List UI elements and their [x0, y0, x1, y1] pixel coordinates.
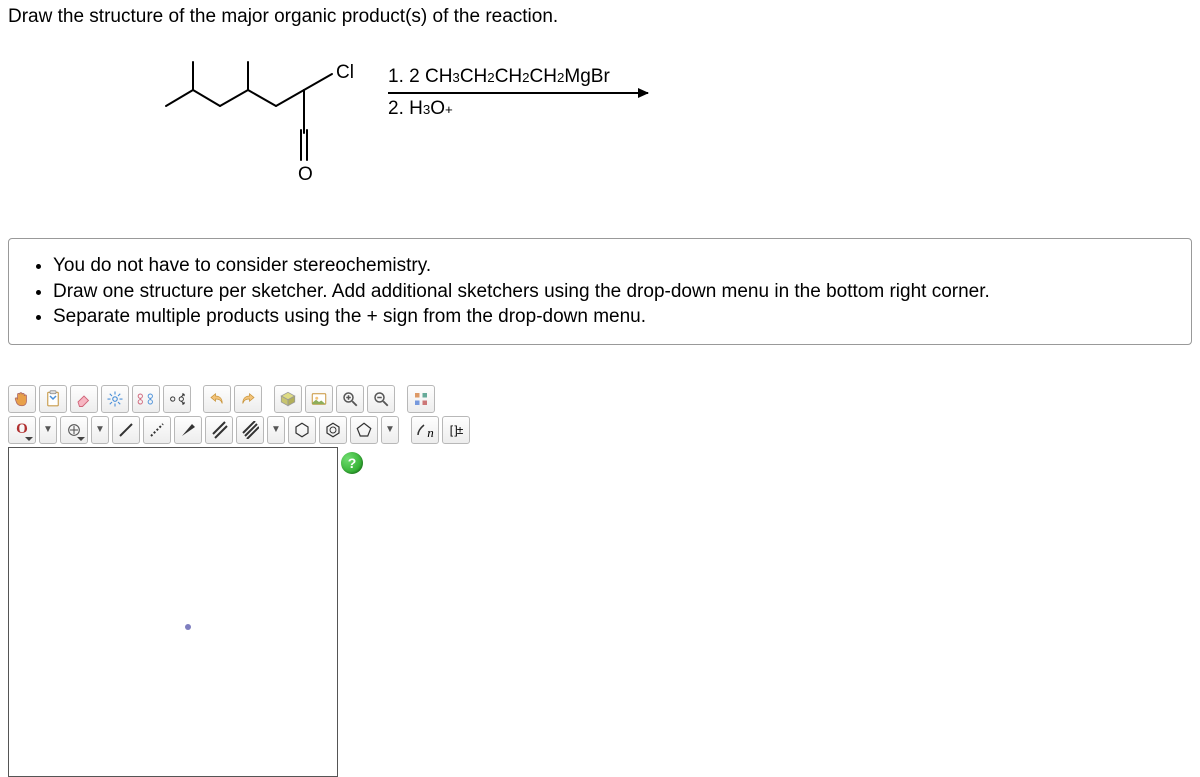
add-atom-dropdown[interactable]: ▼	[91, 416, 109, 444]
cl-label: Cl	[336, 62, 354, 83]
structure-sketcher: O ▼ ▼ ▼ ▼	[8, 385, 568, 777]
instruction-item: Separate multiple products using the + s…	[53, 304, 1173, 330]
hand-tool-button[interactable]	[8, 385, 36, 413]
image-export-button[interactable]	[305, 385, 333, 413]
charge-button[interactable]: [ ]±	[442, 416, 470, 444]
element-picker-dropdown[interactable]: ▼	[39, 416, 57, 444]
reagent-conditions: 1. 2 CH3CH2CH2CH2MgBr 2. H3O+	[388, 66, 648, 120]
reaction-scheme: Cl O 1. 2 CH3CH2CH2CH2MgBr 2. H3O+	[148, 48, 1192, 188]
polymer-button[interactable]: n	[411, 416, 439, 444]
bond-dropdown[interactable]: ▼	[267, 416, 285, 444]
oxygen-label: O	[298, 164, 313, 185]
instruction-item: Draw one structure per sketcher. Add add…	[53, 279, 1173, 305]
canvas-center-dot	[185, 624, 191, 630]
zoom-in-button[interactable]	[336, 385, 364, 413]
eraser-button[interactable]	[70, 385, 98, 413]
question-title: Draw the structure of the major organic …	[8, 6, 1192, 28]
dashed-bond-button[interactable]	[143, 416, 171, 444]
instruction-item: You do not have to consider stereochemis…	[53, 253, 1173, 279]
redo-button[interactable]	[234, 385, 262, 413]
center-button[interactable]	[101, 385, 129, 413]
add-atom-button[interactable]	[60, 416, 88, 444]
reagent-step-1: 1. 2 CH3CH2CH2CH2MgBr	[388, 66, 648, 88]
cyclopentane-ring-button[interactable]	[350, 416, 378, 444]
starting-material-structure: Cl O	[148, 48, 378, 198]
drawing-canvas[interactable]: ?	[8, 447, 338, 777]
instructions-panel: You do not have to consider stereochemis…	[8, 238, 1192, 345]
triple-bond-button[interactable]	[236, 416, 264, 444]
single-bond-button[interactable]	[112, 416, 140, 444]
reagent-step-2: 2. H3O+	[388, 98, 648, 120]
benzene-ring-button[interactable]	[319, 416, 347, 444]
undo-button[interactable]	[203, 385, 231, 413]
wedge-bond-button[interactable]	[174, 416, 202, 444]
settings-button[interactable]	[407, 385, 435, 413]
element-picker-button[interactable]: O	[8, 416, 36, 444]
double-bond-button[interactable]	[205, 416, 233, 444]
threed-button[interactable]	[274, 385, 302, 413]
reaction-arrow	[388, 92, 648, 94]
expand-button[interactable]	[163, 385, 191, 413]
toolbar-row-2: O ▼ ▼ ▼ ▼	[8, 416, 568, 444]
cyclohexane-ring-button[interactable]	[288, 416, 316, 444]
clean-button[interactable]	[132, 385, 160, 413]
help-button[interactable]: ?	[341, 452, 363, 474]
toolbar-row-1	[8, 385, 568, 413]
paste-button[interactable]	[39, 385, 67, 413]
ring-dropdown[interactable]: ▼	[381, 416, 399, 444]
zoom-out-button[interactable]	[367, 385, 395, 413]
